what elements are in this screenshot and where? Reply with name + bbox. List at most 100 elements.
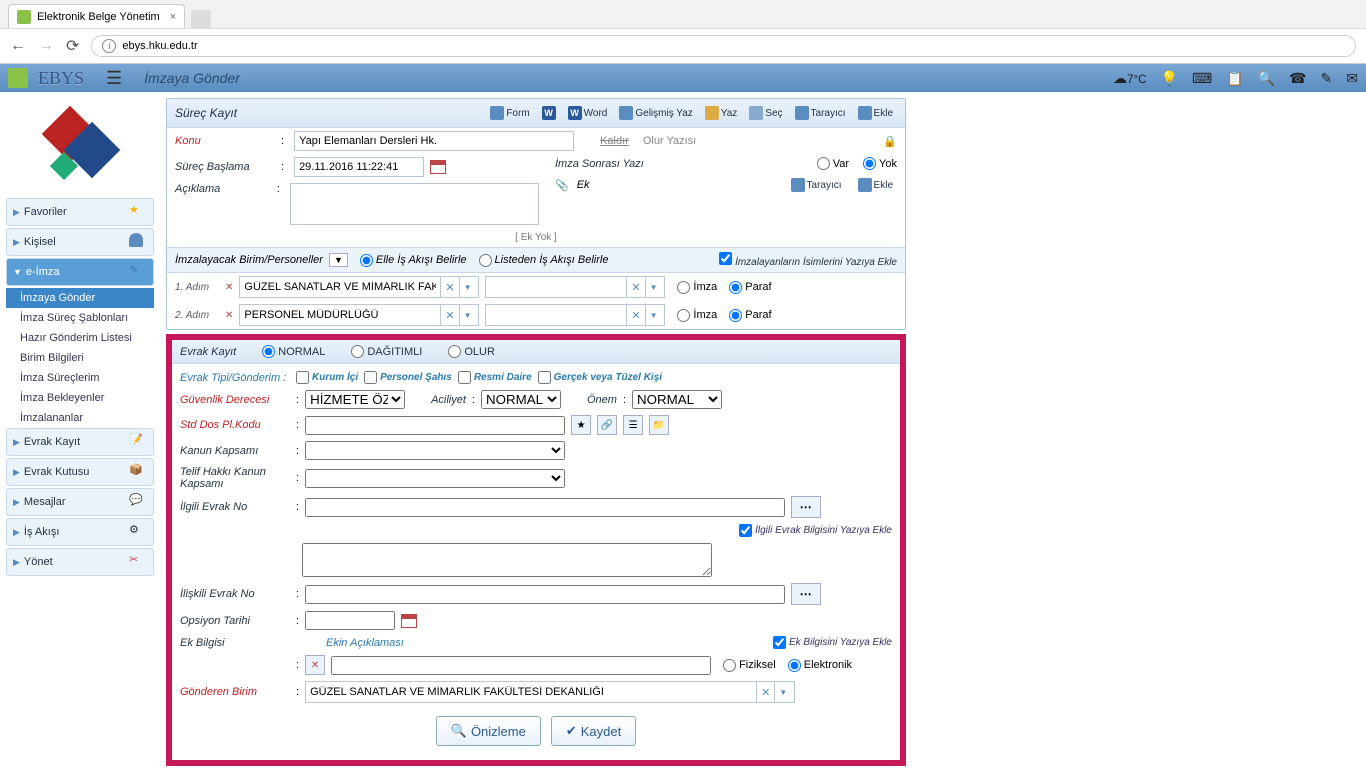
elektronik-radio[interactable] [788,659,801,672]
step2-person-combo[interactable]: ✕▼ [485,304,665,326]
gercek-tuzel-checkbox[interactable] [538,371,551,384]
std-input[interactable] [305,416,565,435]
ekle2-button[interactable]: Ekle [854,176,897,194]
elle-radio[interactable] [360,254,373,267]
sidebar-item-kisisel[interactable]: ▶Kişisel [6,228,154,256]
gonderen-input[interactable] [306,682,756,702]
aciliyet-select[interactable]: NORMAL [481,390,561,409]
sidebar-sub-imzaya-gonder[interactable]: İmzaya Gönder [6,288,154,308]
resmi-daire-checkbox[interactable] [458,371,471,384]
kaldir-link[interactable]: Kaldır [600,135,629,147]
yaz-button[interactable]: Yaz [701,104,742,122]
sidebar-sub-hazir[interactable]: Hazır Gönderim Listesi [6,328,154,348]
std-star-button[interactable]: ★ [571,415,591,435]
step2-imza-radio[interactable] [677,309,690,322]
step2-remove-icon[interactable]: ✕ [225,310,233,321]
gelismis-yaz-button[interactable]: Gelişmiş Yaz [615,104,696,122]
sidebar-sub-imzalananlar[interactable]: İmzalananlar [6,408,154,428]
sidebar-item-mesajlar[interactable]: ▶Mesajlar 💬 [6,488,154,516]
std-link-button[interactable]: 🔗 [597,415,617,435]
search-icon[interactable]: 🔍 [1258,70,1275,87]
iliskili-lookup-button[interactable]: ⋯ [791,583,821,605]
personel-sahis-checkbox[interactable] [364,371,377,384]
iliskili-input[interactable] [305,585,785,604]
step1-paraf-radio[interactable] [729,281,742,294]
tab-close-icon[interactable]: × [170,11,176,23]
word-w-button[interactable]: W [538,104,560,122]
sec-button[interactable]: Seç [745,104,786,122]
sidebar-item-yonet[interactable]: ▶Yönet ✂ [6,548,154,576]
step2-p-clear-icon[interactable]: ✕ [626,305,644,325]
fiziksel-radio[interactable] [723,659,736,672]
kanun-select[interactable] [305,441,565,460]
calendar-icon[interactable] [430,160,446,174]
sidebar-item-eimza[interactable]: ▼e-İmza ✎ [6,258,154,286]
var-radio[interactable] [817,157,830,170]
gonderen-dd-icon[interactable]: ▼ [774,682,791,702]
step2-birim-combo[interactable]: ✕▼ [239,304,479,326]
edit-icon[interactable]: ✎ [1321,70,1333,87]
keyboard-icon[interactable]: ⌨ [1192,70,1212,87]
forward-icon[interactable]: → [38,37,54,55]
baslama-input[interactable] [294,157,424,177]
ek-yaziya-checkbox[interactable] [773,636,786,649]
gonderen-clear-icon[interactable]: ✕ [756,682,774,702]
listeden-radio[interactable] [479,254,492,267]
step1-imza-radio[interactable] [677,281,690,294]
weather-icon[interactable]: ☁7°C [1113,70,1147,87]
step2-birim-input[interactable] [240,305,440,325]
konu-input[interactable] [294,131,574,151]
olur-radio[interactable] [448,345,461,358]
hamburger-icon[interactable]: ☰ [106,68,122,89]
step2-person-input[interactable] [486,305,626,325]
step1-clear-icon[interactable]: ✕ [440,277,458,297]
kaydet-button[interactable]: ✔Kaydet [551,716,636,746]
sidebar-sub-sablonlar[interactable]: İmza Süreç Şablonları [6,308,154,328]
dagitimli-radio[interactable] [351,345,364,358]
browser-tab[interactable]: Elektronik Belge Yönetim × [8,4,185,28]
opsiyon-calendar-icon[interactable] [401,614,417,628]
tarayici2-button[interactable]: Tarayıcı [787,176,846,194]
step1-p-dd-icon[interactable]: ▼ [645,277,662,297]
step1-birim-input[interactable] [240,277,440,297]
ek-aciklama-input[interactable] [331,656,711,675]
imzalayacak-dropdown[interactable]: ▼ [329,253,348,267]
sidebar-item-evrak-kayit[interactable]: ▶Evrak Kayıt 📝 [6,428,154,456]
sidebar-sub-birim[interactable]: Birim Bilgileri [6,348,154,368]
step1-person-input[interactable] [486,277,626,297]
telif-select[interactable] [305,469,565,488]
normal-radio[interactable] [262,345,275,358]
ilgili-input[interactable] [305,498,785,517]
ekle-button[interactable]: Ekle [854,104,897,122]
std-list-button[interactable]: ☰ [623,415,643,435]
bulb-icon[interactable]: 💡 [1161,70,1178,87]
gonderen-combo[interactable]: ✕▼ [305,681,795,703]
step1-dd-icon[interactable]: ▼ [459,277,476,297]
lock-icon[interactable]: 🔒 [883,135,897,148]
aciklama-textarea[interactable] [290,183,539,225]
sidebar-sub-sureclerim[interactable]: İmza Süreçlerim [6,368,154,388]
ek-remove-button[interactable]: ✕ [305,655,325,675]
ilgili-textarea[interactable] [302,543,712,577]
url-bar[interactable]: i ebys.hku.edu.tr [91,35,1356,57]
std-folder-button[interactable]: 📁 [649,415,669,435]
sidebar-item-evrak-kutusu[interactable]: ▶Evrak Kutusu 📦 [6,458,154,486]
sidebar-item-favoriler[interactable]: ▶Favoriler ★ [6,198,154,226]
step2-dd-icon[interactable]: ▼ [459,305,476,325]
onem-select[interactable]: NORMAL [632,390,722,409]
note-icon[interactable]: 📋 [1226,70,1243,87]
ilgili-yaziya-checkbox[interactable] [739,524,752,537]
reload-icon[interactable]: ⟳ [66,36,79,56]
olur-yazisi-link[interactable]: Olur Yazısı [643,135,696,147]
step1-birim-combo[interactable]: ✕▼ [239,276,479,298]
step1-remove-icon[interactable]: ✕ [225,282,233,293]
form-button[interactable]: Form [486,104,533,122]
step1-p-clear-icon[interactable]: ✕ [626,277,644,297]
onizleme-button[interactable]: 🔍Önizleme [436,716,541,746]
mail-icon[interactable]: ✉ [1346,70,1358,87]
step2-paraf-radio[interactable] [729,309,742,322]
sidebar-item-is-akisi[interactable]: ▶İş Akışı ⚙ [6,518,154,546]
back-icon[interactable]: ← [10,37,26,55]
opsiyon-input[interactable] [305,611,395,630]
kurum-ici-checkbox[interactable] [296,371,309,384]
